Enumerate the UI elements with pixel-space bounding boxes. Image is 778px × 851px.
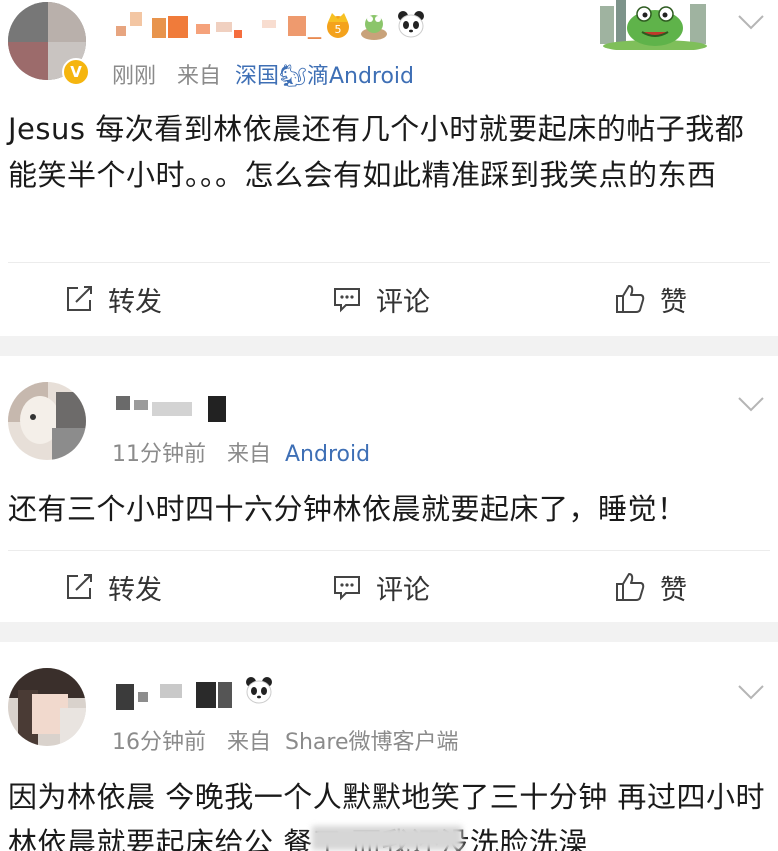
post-separator [0, 336, 778, 356]
comment-icon [334, 576, 360, 601]
action-bar: 转发 评论 赞 [0, 552, 778, 622]
comment-label: 评论 [376, 574, 430, 606]
post-time: 刚刚 [112, 64, 157, 89]
source-prefix: 来自 [226, 442, 271, 467]
weibo-comment-feed: V _ 5 刚刚 来自 深国🐿滴Android Jesus 每次看到林依晨还有几… [0, 0, 778, 851]
comment-icon [334, 288, 360, 313]
chevron-down-icon[interactable] [736, 394, 766, 414]
post-meta: 刚刚 来自 深国🐿滴Android [112, 58, 414, 90]
divider [8, 262, 770, 263]
post-1: V _ 5 刚刚 来自 深国🐿滴Android Jesus 每次看到林依晨还有几… [0, 0, 778, 335]
repost-icon [67, 574, 92, 599]
chevron-down-icon[interactable] [736, 12, 766, 32]
post-time: 11分钟前 [112, 442, 206, 467]
source-prefix: 来自 [226, 730, 271, 755]
chevron-down-icon[interactable] [736, 682, 766, 702]
avatar[interactable] [8, 382, 86, 460]
post-text: Jesus 每次看到林依晨还有几个小时就要起床的帖子我都能笑半个小时。。。怎么会… [8, 112, 745, 192]
source-link[interactable]: 深国🐿滴Android [235, 64, 414, 89]
like-label: 赞 [660, 286, 687, 318]
action-bar: 转发 评论 赞 [0, 264, 778, 334]
post-meta: 11分钟前 来自 Android [112, 436, 370, 468]
panda-emoji-icon [398, 11, 424, 38]
repost-label: 转发 [108, 574, 162, 606]
panda-emoji-icon [246, 677, 272, 704]
repost-label: 转发 [108, 286, 162, 318]
source-link[interactable]: Android [285, 442, 370, 467]
username-obscured[interactable] [112, 678, 252, 712]
repost-button[interactable]: 转发 [64, 264, 162, 334]
frog-sticker-icon [361, 15, 387, 40]
post-meta: 16分钟前 来自 Share微博客户端 [112, 724, 459, 756]
like-button[interactable]: 赞 [614, 264, 687, 334]
like-button[interactable]: 赞 [614, 552, 687, 622]
post-2: 11分钟前 来自 Android 还有三个小时四十六分钟林依晨就要起床了，睡觉！… [0, 356, 778, 622]
username-suffix: _ [308, 10, 321, 40]
comment-label: 评论 [376, 286, 430, 318]
comment-button[interactable]: 评论 [332, 264, 430, 334]
post-text: 还有三个小时四十六分钟林依晨就要起床了，睡觉！ [8, 492, 687, 526]
comment-button[interactable]: 评论 [332, 552, 430, 622]
post-time: 16分钟前 [112, 730, 206, 755]
like-icon [616, 573, 645, 601]
repost-button[interactable]: 转发 [64, 552, 162, 622]
avatar[interactable] [8, 668, 86, 746]
post-separator [0, 622, 778, 642]
source-prefix: 来自 [177, 64, 222, 89]
verified-badge-icon: V [62, 58, 90, 86]
like-label: 赞 [660, 574, 687, 606]
crown-level: 5 [335, 23, 342, 36]
redacted-blur [312, 826, 462, 850]
post-3: 16分钟前 来自 Share微博客户端 因为林依晨 今晚我一个人默默地笑了三十分… [0, 642, 778, 851]
like-icon [616, 285, 645, 313]
source-client[interactable]: Share微博客户端 [285, 730, 459, 755]
frog-decoration-icon [600, 0, 707, 50]
repost-icon [67, 286, 92, 311]
crown-badge-icon: 5 [327, 13, 349, 38]
username-obscured[interactable] [112, 390, 232, 424]
divider [8, 550, 770, 551]
